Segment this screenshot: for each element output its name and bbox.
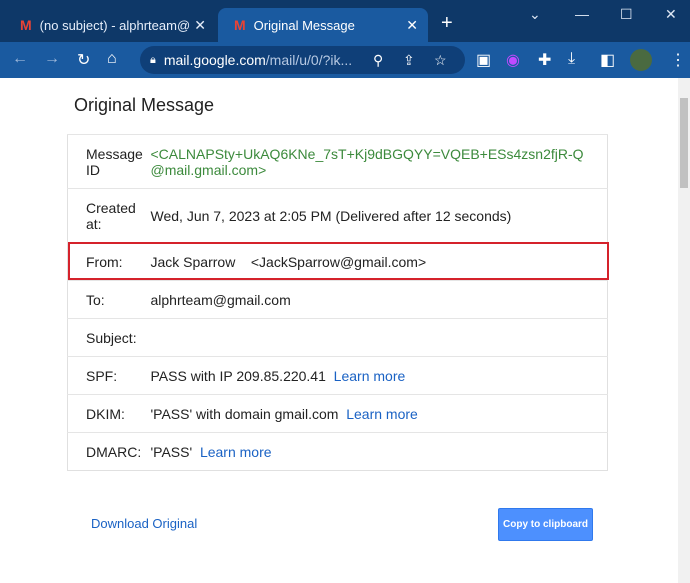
- tab-search-icon[interactable]: ⌄: [529, 6, 541, 23]
- dmarc-learn-more-link[interactable]: Learn more: [200, 444, 272, 460]
- row-value: <CALNAPSty+UkAQ6KNe_7sT+Kj9dBGQYY=VQEB+E…: [150, 134, 608, 189]
- minimize-button[interactable]: —: [575, 6, 589, 22]
- from-row-highlight: [68, 242, 609, 280]
- header-table: Message ID <CALNAPSty+UkAQ6KNe_7sT+Kj9dBG…: [67, 134, 608, 471]
- page-content: Original Message Message ID <CALNAPSty+Uk…: [0, 78, 678, 583]
- tab-original-message[interactable]: M Original Message ✕: [218, 8, 428, 42]
- row-value: Wed, Jun 7, 2023 at 2:05 PM (Delivered a…: [150, 188, 608, 243]
- copy-to-clipboard-button[interactable]: Copy to clipboard: [498, 508, 593, 541]
- scrollbar[interactable]: [678, 78, 690, 583]
- row-label: Created at:: [67, 188, 151, 243]
- page-title: Original Message: [74, 95, 215, 115]
- row-value: 'PASS': [150, 443, 193, 460]
- lock-icon: 🔒︎: [150, 53, 156, 66]
- row-label: To:: [67, 280, 151, 319]
- avatar[interactable]: [630, 49, 652, 71]
- table-row: DMARC: 'PASS' Learn more: [67, 432, 608, 471]
- new-tab-button[interactable]: +: [441, 12, 453, 35]
- side-panel-icon[interactable]: ◧: [600, 50, 615, 70]
- forward-icon[interactable]: →: [44, 50, 60, 68]
- close-icon[interactable]: ✕: [194, 17, 206, 34]
- zoom-icon[interactable]: ⚲: [373, 52, 383, 69]
- tab-inbox[interactable]: M (no subject) - alphrteam@gr ✕: [4, 8, 216, 42]
- dkim-learn-more-link[interactable]: Learn more: [346, 406, 418, 422]
- puzzle-icon[interactable]: ✚: [538, 50, 551, 70]
- maximize-button[interactable]: ☐: [620, 6, 633, 23]
- url-host: mail.google.com: [163, 52, 266, 68]
- share-icon[interactable]: ⇪: [403, 52, 415, 69]
- row-label: DMARC:: [67, 432, 151, 471]
- gmail-icon: M: [234, 17, 246, 33]
- row-value: alphrteam@gmail.com: [150, 280, 608, 319]
- gmail-icon: M: [20, 17, 32, 33]
- table-row: To: alphrteam@gmail.com: [67, 280, 608, 319]
- star-icon[interactable]: ☆: [434, 52, 447, 69]
- table-row: Message ID <CALNAPSty+UkAQ6KNe_7sT+Kj9dBG…: [67, 134, 608, 189]
- tab-bar: M (no subject) - alphrteam@gr ✕ M Original …: [0, 0, 690, 42]
- table-row: DKIM: 'PASS' with domain gmail.com Learn …: [67, 394, 608, 433]
- table-row: Created at: Wed, Jun 7, 2023 at 2:05 PM (…: [67, 188, 608, 243]
- menu-icon[interactable]: ⋮: [670, 50, 686, 70]
- close-window-button[interactable]: ✕: [665, 6, 677, 23]
- address-bar[interactable]: 🔒︎ mail.google.com/mail/u/0/?ik... ⚲ ⇪ ☆: [140, 46, 465, 74]
- row-value: [150, 318, 608, 357]
- browser-toolbar: ← → ↻ ⌂ 🔒︎ mail.google.com/mail/u/0/?ik..…: [0, 42, 690, 78]
- table-row: SPF: PASS with IP 209.85.220.41 Learn mor…: [67, 356, 608, 395]
- spf-learn-more-link[interactable]: Learn more: [334, 368, 406, 384]
- row-label: DKIM:: [67, 394, 151, 433]
- row-value: PASS with IP 209.85.220.41: [150, 367, 326, 384]
- tab-label: (no subject) - alphrteam@gr: [39, 17, 190, 33]
- url-path: /mail/u/0/?ik...: [265, 52, 353, 68]
- table-row: Subject:: [67, 318, 608, 357]
- row-label: SPF:: [67, 356, 151, 395]
- extension-icon[interactable]: ▣: [476, 50, 491, 70]
- back-icon[interactable]: ←: [12, 50, 28, 68]
- scrollbar-thumb[interactable]: [680, 98, 688, 188]
- row-label: Subject:: [67, 318, 151, 357]
- home-icon[interactable]: ⌂: [107, 50, 117, 68]
- extension-icon[interactable]: ◉: [506, 50, 520, 70]
- tab-label: Original Message: [253, 17, 355, 33]
- download-icon[interactable]: ⤓: [568, 50, 575, 68]
- row-label: Message ID: [67, 134, 151, 189]
- close-icon[interactable]: ✕: [406, 17, 418, 34]
- download-original-link[interactable]: Download Original: [91, 516, 197, 531]
- row-value: 'PASS' with domain gmail.com: [150, 405, 339, 422]
- reload-icon[interactable]: ↻: [77, 50, 90, 70]
